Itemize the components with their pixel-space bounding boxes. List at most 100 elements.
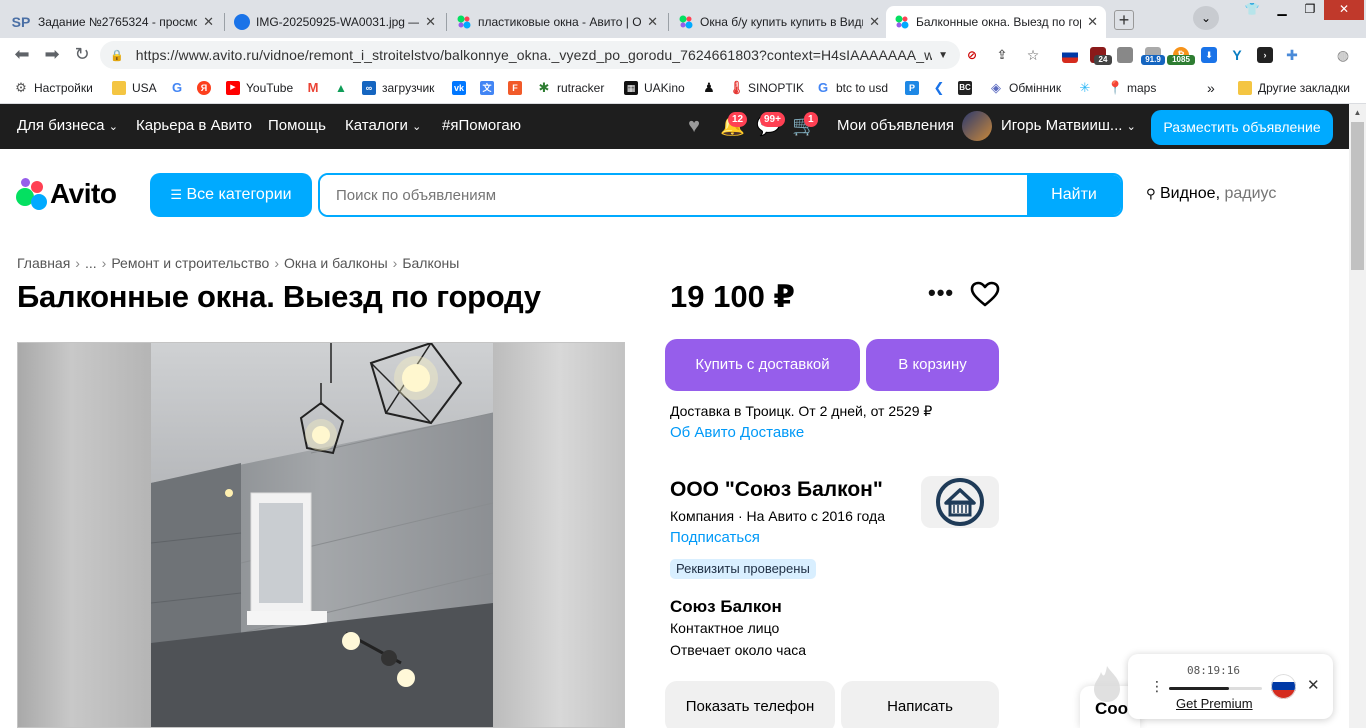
write-message-button[interactable]: Написать — [841, 681, 999, 728]
briefcase-ext-icon[interactable] — [1117, 47, 1133, 63]
all-categories-button[interactable]: ☰ Все категории — [150, 173, 312, 217]
browser-tab-2[interactable]: IMG-20250925-WA0031.jpg — Google ✕ — [226, 6, 444, 38]
favorite-heart-icon[interactable] — [970, 281, 1000, 307]
more-options-icon[interactable]: ••• — [928, 280, 954, 306]
search-input[interactable] — [320, 175, 1030, 215]
bc-icon: BC — [958, 81, 972, 95]
russia-flag-icon[interactable] — [1271, 674, 1296, 699]
tab-close-icon[interactable]: ✕ — [425, 14, 436, 30]
bookmark-translate[interactable]: 文 — [480, 78, 500, 98]
bookmark-rutracker[interactable]: ✱ rutracker — [537, 78, 605, 98]
omnibox-dropdown-icon[interactable]: ▼ — [938, 50, 948, 61]
bookmark-arrow[interactable]: ❮ — [932, 78, 952, 98]
bookmark-yandex[interactable]: Я — [197, 78, 217, 98]
my-ads-link[interactable]: Мои объявления — [837, 117, 954, 134]
location-selector[interactable]: ⚲ Видное, радиус — [1146, 185, 1276, 203]
user-menu[interactable]: Игорь Матвииш... ⌄ — [1001, 117, 1136, 134]
tab-search-chevron-icon[interactable]: ⌄ — [1193, 6, 1219, 30]
nav-for-business[interactable]: Для бизнеса ⌄ — [17, 117, 118, 134]
cart-badge: 1 — [804, 112, 818, 127]
avito-favicon-icon — [456, 14, 472, 30]
tab-close-icon[interactable]: ✕ — [647, 14, 658, 30]
vpn-close-icon[interactable]: ✕ — [1307, 676, 1320, 694]
balcony-photo — [151, 343, 493, 727]
favorites-heart-icon[interactable]: ♥ — [682, 115, 706, 137]
bookmark-f[interactable]: F — [508, 78, 528, 98]
breadcrumb-item[interactable]: Балконы — [402, 255, 459, 271]
share-icon[interactable]: ⇪ — [994, 47, 1010, 63]
about-delivery-link[interactable]: Об Авито Доставке — [670, 424, 804, 441]
nav-career[interactable]: Карьера в Авито — [136, 117, 252, 134]
breadcrumb-item[interactable]: Ремонт и строительство — [111, 255, 269, 271]
post-ad-button[interactable]: Разместить объявление — [1151, 110, 1333, 145]
show-phone-button[interactable]: Показать телефон — [665, 681, 835, 728]
maximize-icon[interactable]: ❐ — [1296, 0, 1324, 20]
bookmark-loader[interactable]: ∞ загрузчик — [362, 78, 434, 98]
bookmark-p[interactable]: P — [905, 78, 925, 98]
chevron-down-icon: ⌄ — [412, 121, 422, 133]
scroll-up-arrow-icon[interactable]: ▲ — [1349, 104, 1366, 121]
download-ext-icon[interactable]: ⬇ — [1201, 47, 1217, 63]
bookmark-drive[interactable]: ▲ — [334, 78, 354, 98]
buy-with-delivery-button[interactable]: Купить с доставкой — [665, 339, 860, 391]
bookmark-bc[interactable]: BC — [958, 78, 978, 98]
breadcrumb-item[interactable]: ... — [85, 255, 97, 271]
find-button[interactable]: Найти — [1027, 175, 1121, 215]
minimize-icon[interactable]: ▁ — [1268, 0, 1296, 20]
bookmark-google[interactable]: G — [170, 78, 190, 98]
avito-logo[interactable]: Avito — [16, 178, 117, 210]
tab-close-icon[interactable]: ✕ — [869, 14, 880, 30]
omnibox[interactable]: 🔒 https://www.avito.ru/vidnoe/remont_i_s… — [100, 41, 960, 69]
scrollbar-thumb[interactable] — [1351, 122, 1364, 270]
get-premium-link[interactable]: Get Premium — [1176, 696, 1253, 711]
browser-tab-active[interactable]: Балконные окна. Выезд по городу ✕ — [886, 6, 1106, 38]
seller-name[interactable]: ООО "Союз Балкон" — [670, 478, 883, 502]
bookmark-maps[interactable]: 📍 maps — [1107, 78, 1156, 98]
tab-close-icon[interactable]: ✕ — [203, 14, 214, 30]
tshirt-icon[interactable]: 👕 — [1240, 0, 1264, 20]
back-arrow-icon[interactable]: ⬅ — [10, 43, 34, 67]
chevron-down-icon: ⌄ — [1126, 121, 1136, 133]
bookmark-vk[interactable]: vk — [452, 78, 472, 98]
bookmark-exchange[interactable]: ◈ Обмінник — [989, 78, 1061, 98]
chevron-down-icon: ⌄ — [108, 121, 118, 133]
bookmark-usa[interactable]: USA — [112, 78, 157, 98]
more-bookmarks-chevron[interactable]: » — [1207, 78, 1215, 98]
bookmark-btc[interactable]: Gbtc to usd — [816, 78, 888, 98]
maps-pin-icon: 📍 — [1107, 80, 1124, 95]
nav-help[interactable]: Помощь — [268, 117, 326, 134]
vpn-menu-icon[interactable]: ⋮ — [1150, 678, 1164, 695]
bookmark-star-icon[interactable]: ☆ — [1025, 47, 1041, 63]
tab-close-icon[interactable]: ✕ — [1087, 14, 1098, 30]
seller-logo[interactable] — [921, 476, 999, 528]
browser-tab-4[interactable]: Окна б/у купить купить в Видном ✕ — [670, 6, 888, 38]
breadcrumb-item[interactable]: Главная — [17, 255, 70, 271]
bookmark-settings[interactable]: ⚙ Настройки — [14, 78, 93, 98]
nav-catalogs[interactable]: Каталоги ⌄ — [345, 117, 421, 134]
globe-ext-icon[interactable]: ◍ — [1335, 47, 1351, 63]
window-close-icon[interactable]: ✕ — [1324, 0, 1364, 20]
bookmark-youtube[interactable]: ▶ YouTube — [226, 78, 293, 98]
browser-tab-1[interactable]: SP Задание №2765324 - просмотр ✕ — [2, 6, 222, 38]
nav-i-help[interactable]: #яПомогаю — [442, 117, 521, 134]
terminal-ext-icon[interactable]: › — [1257, 47, 1273, 63]
user-avatar[interactable] — [962, 111, 992, 141]
browser-tab-3[interactable]: пластиковые окна - Авито | Объявления ✕ — [448, 6, 666, 38]
y-ext-icon[interactable]: Y — [1229, 47, 1245, 63]
puzzle-extensions-icon[interactable]: ✚ — [1284, 47, 1300, 63]
forward-arrow-icon[interactable]: ➡ — [40, 43, 64, 67]
other-bookmarks[interactable]: Другие закладки — [1238, 78, 1350, 98]
add-to-cart-button[interactable]: В корзину — [866, 339, 999, 391]
new-tab-plus-icon[interactable]: + — [1114, 10, 1134, 30]
bookmark-gmail[interactable]: M — [306, 78, 326, 98]
bookmark-sinoptik[interactable]: 🌡 SINOPTIK — [728, 78, 804, 98]
subscribe-link[interactable]: Подписаться — [670, 529, 760, 546]
no-tracking-icon[interactable]: ⊘ — [964, 47, 980, 63]
russia-flag-ext-icon[interactable] — [1062, 47, 1078, 63]
bookmark-star[interactable]: ✳ — [1078, 78, 1098, 98]
bookmark-pawn[interactable]: ♟ — [702, 78, 722, 98]
photo-gallery[interactable] — [17, 342, 625, 728]
breadcrumb-item[interactable]: Окна и балконы — [284, 255, 388, 271]
bookmark-uakino[interactable]: ▦ UAKino — [624, 78, 685, 98]
reload-icon[interactable]: ↻ — [70, 43, 94, 67]
